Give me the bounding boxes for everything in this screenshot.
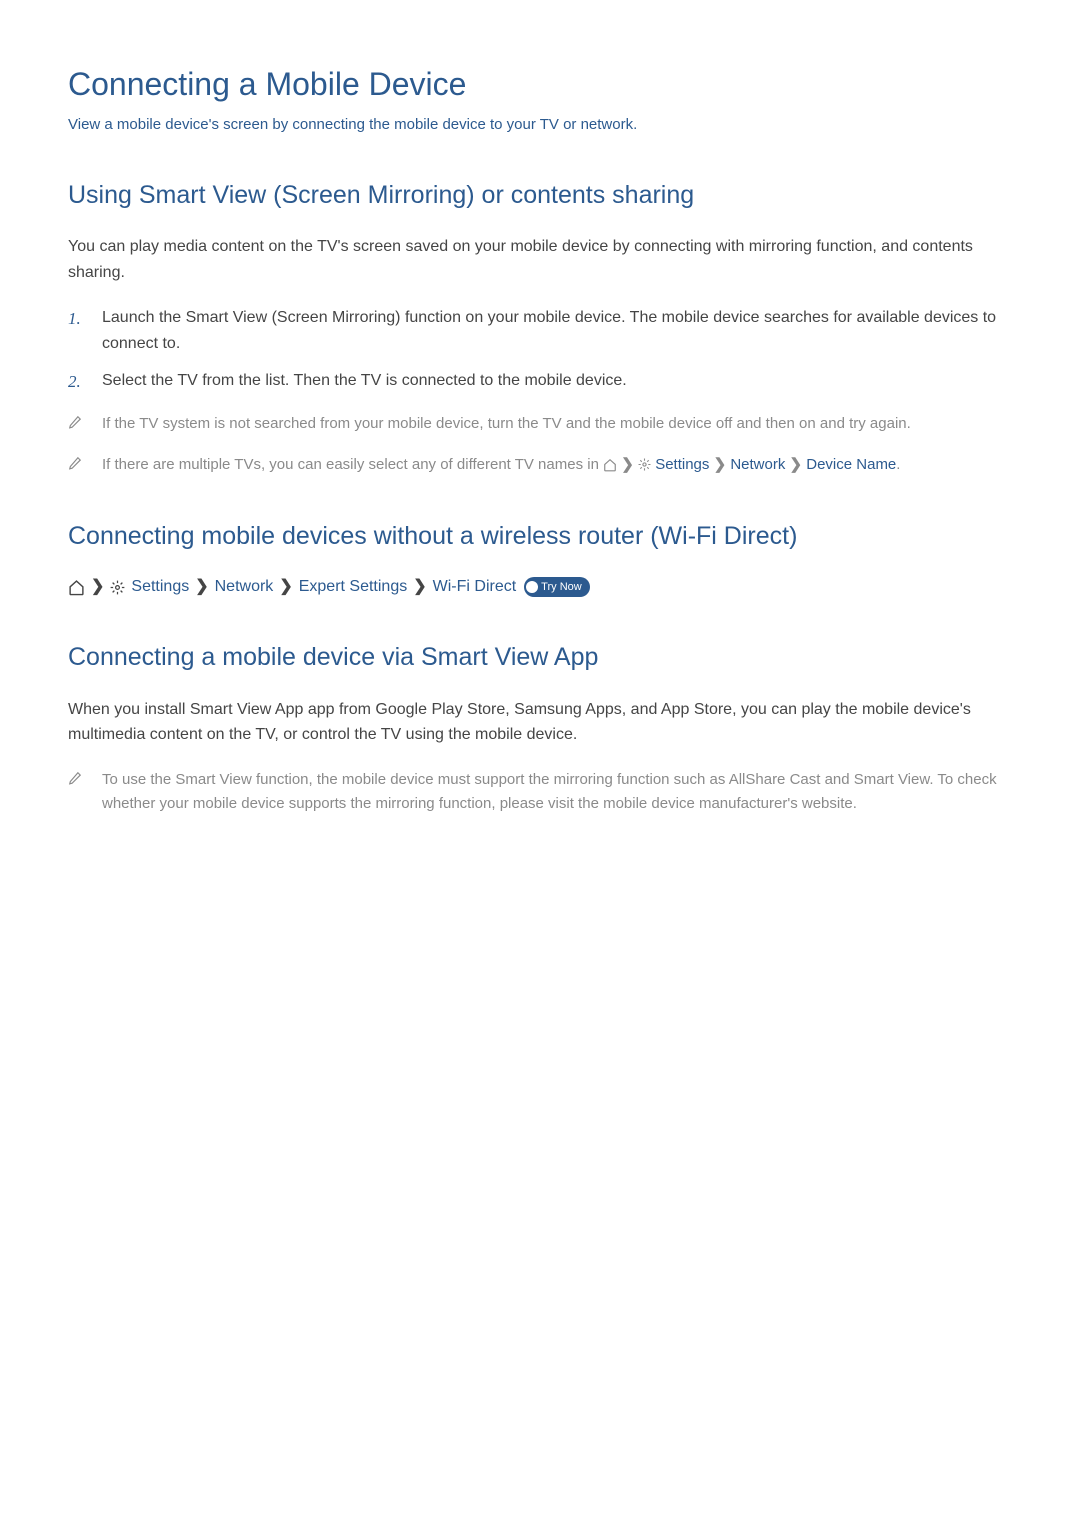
- chevron-right-icon: ❯: [714, 456, 727, 473]
- wifi-direct-link[interactable]: Wi-Fi Direct: [433, 575, 517, 599]
- breadcrumb: ❯ Settings ❯ Network ❯ Expert Settings ❯…: [68, 575, 1020, 599]
- gear-icon: [110, 580, 125, 595]
- home-icon: [68, 579, 85, 596]
- list-item: 2. Select the TV from the list. Then the…: [68, 368, 1020, 395]
- section-heading: Connecting a mobile device via Smart Vie…: [68, 639, 1020, 677]
- notes-list: If the TV system is not searched from yo…: [68, 412, 1020, 478]
- chevron-right-icon: ❯: [195, 575, 208, 599]
- try-now-badge[interactable]: Try Now: [524, 577, 590, 598]
- page-title: Connecting a Mobile Device: [68, 60, 1020, 108]
- chevron-right-icon: ❯: [621, 456, 634, 473]
- settings-link[interactable]: Settings: [131, 575, 189, 599]
- note-text: To use the Smart View function, the mobi…: [102, 768, 1020, 816]
- pencil-icon: [68, 412, 96, 437]
- device-name-link[interactable]: Device Name: [806, 456, 896, 473]
- steps-list: 1. Launch the Smart View (Screen Mirrori…: [68, 305, 1020, 395]
- note-text: If there are multiple TVs, you can easil…: [102, 453, 900, 478]
- note-item: If there are multiple TVs, you can easil…: [68, 453, 1020, 478]
- step-text: Select the TV from the list. Then the TV…: [102, 368, 627, 395]
- section-intro: You can play media content on the TV's s…: [68, 234, 1020, 285]
- chevron-right-icon: ❯: [790, 456, 803, 473]
- try-now-circle-icon: [526, 581, 538, 593]
- page-subtitle: View a mobile device's screen by connect…: [68, 114, 1020, 137]
- step-number: 2.: [68, 368, 96, 395]
- section-intro: When you install Smart View App app from…: [68, 697, 1020, 748]
- note-item: If the TV system is not searched from yo…: [68, 412, 1020, 437]
- note-text: If the TV system is not searched from yo…: [102, 412, 911, 437]
- home-icon: [603, 456, 621, 473]
- chevron-right-icon: ❯: [91, 575, 104, 599]
- notes-list: To use the Smart View function, the mobi…: [68, 768, 1020, 816]
- pencil-icon: [68, 768, 96, 816]
- network-link[interactable]: Network: [730, 456, 785, 473]
- chevron-right-icon: ❯: [279, 575, 292, 599]
- pencil-icon: [68, 453, 96, 478]
- section-heading: Using Smart View (Screen Mirroring) or c…: [68, 177, 1020, 215]
- section-smart-view-app: Connecting a mobile device via Smart Vie…: [68, 639, 1020, 816]
- section-heading: Connecting mobile devices without a wire…: [68, 518, 1020, 556]
- list-item: 1. Launch the Smart View (Screen Mirrori…: [68, 305, 1020, 356]
- gear-icon: [638, 456, 655, 473]
- section-wifi-direct: Connecting mobile devices without a wire…: [68, 518, 1020, 600]
- chevron-right-icon: ❯: [413, 575, 426, 599]
- expert-settings-link[interactable]: Expert Settings: [299, 575, 408, 599]
- step-number: 1.: [68, 305, 96, 356]
- network-link[interactable]: Network: [215, 575, 274, 599]
- step-text: Launch the Smart View (Screen Mirroring)…: [102, 305, 1020, 356]
- note-item: To use the Smart View function, the mobi…: [68, 768, 1020, 816]
- section-smart-view: Using Smart View (Screen Mirroring) or c…: [68, 177, 1020, 478]
- settings-link[interactable]: Settings: [655, 456, 709, 473]
